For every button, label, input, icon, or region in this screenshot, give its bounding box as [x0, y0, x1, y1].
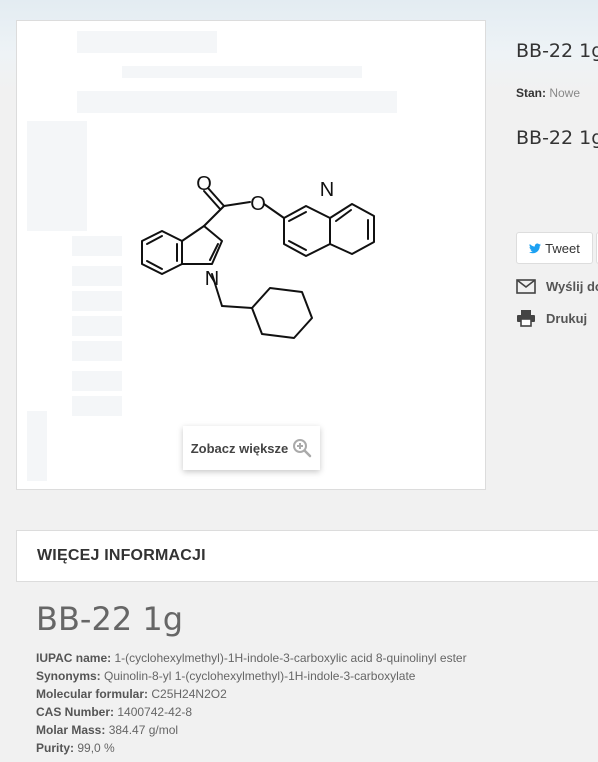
zoom-button[interactable]: Zobacz większe [183, 426, 320, 470]
spec-value: 99,0 % [77, 741, 115, 755]
spec-label: Molar Mass: [36, 723, 106, 737]
product-short-description: BB-22 1g [516, 127, 598, 149]
spec-row-molar-mass: Molar Mass: 384.47 g/mol [36, 721, 467, 739]
atom-label-n-quinoline: N [320, 179, 334, 201]
spec-value: Quinolin-8-yl 1-(cyclohexylmethyl)-1H-in… [104, 669, 416, 683]
send-to-friend-link[interactable]: Wyślij do [516, 279, 598, 294]
printer-icon [517, 310, 535, 327]
product-title: BB-22 1g [516, 40, 598, 62]
spec-row-purity: Purity: 99,0 % [36, 739, 467, 757]
spec-value: 1-(cyclohexylmethyl)-1H-indole-3-carboxy… [114, 651, 467, 665]
spec-label: Molecular formular: [36, 687, 149, 701]
atom-label-n-indole: N [205, 268, 219, 290]
twitter-bird-icon [529, 243, 542, 253]
spec-label: CAS Number: [36, 705, 115, 719]
tweet-button[interactable]: Tweet [516, 232, 593, 264]
tweet-button-label: Tweet [545, 240, 580, 256]
product-image[interactable]: O O N N Zobacz większe [16, 20, 486, 490]
atom-label-o-ester: O [250, 193, 266, 215]
zoom-in-icon [293, 439, 312, 458]
spec-value: 384.47 g/mol [108, 723, 179, 737]
product-condition: Stan: Nowe [516, 86, 580, 100]
condition-value: Nowe [549, 86, 581, 100]
condition-label: Stan: [516, 86, 546, 100]
print-label: Drukuj [546, 310, 588, 326]
tab-more-info[interactable]: WIĘCEJ INFORMACJI [16, 530, 598, 582]
spec-value: 1400742-42-8 [117, 705, 193, 719]
spec-value: C25H24N2O2 [151, 687, 227, 701]
print-link[interactable]: Drukuj [516, 309, 587, 327]
spec-label: Synonyms: [36, 669, 101, 683]
spec-label: IUPAC name: [36, 651, 112, 665]
bb22-structure-diagram: O O N N [141, 173, 375, 339]
send-to-friend-label: Wyślij do [546, 279, 598, 294]
envelope-icon [516, 279, 536, 294]
spec-row-cas: CAS Number: 1400742-42-8 [36, 703, 467, 721]
spec-label: Purity: [36, 741, 75, 755]
description-title: BB-22 1g [36, 600, 184, 638]
spec-row-formula: Molecular formular: C25H24N2O2 [36, 685, 467, 703]
product-specs: IUPAC name: 1-(cyclohexylmethyl)-1H-indo… [36, 649, 467, 757]
atom-label-o-carbonyl: O [196, 173, 212, 195]
spec-row-synonyms: Synonyms: Quinolin-8-yl 1-(cyclohexylmet… [36, 667, 467, 685]
zoom-button-label: Zobacz większe [190, 440, 289, 456]
spec-row-iupac: IUPAC name: 1-(cyclohexylmethyl)-1H-indo… [36, 649, 467, 667]
